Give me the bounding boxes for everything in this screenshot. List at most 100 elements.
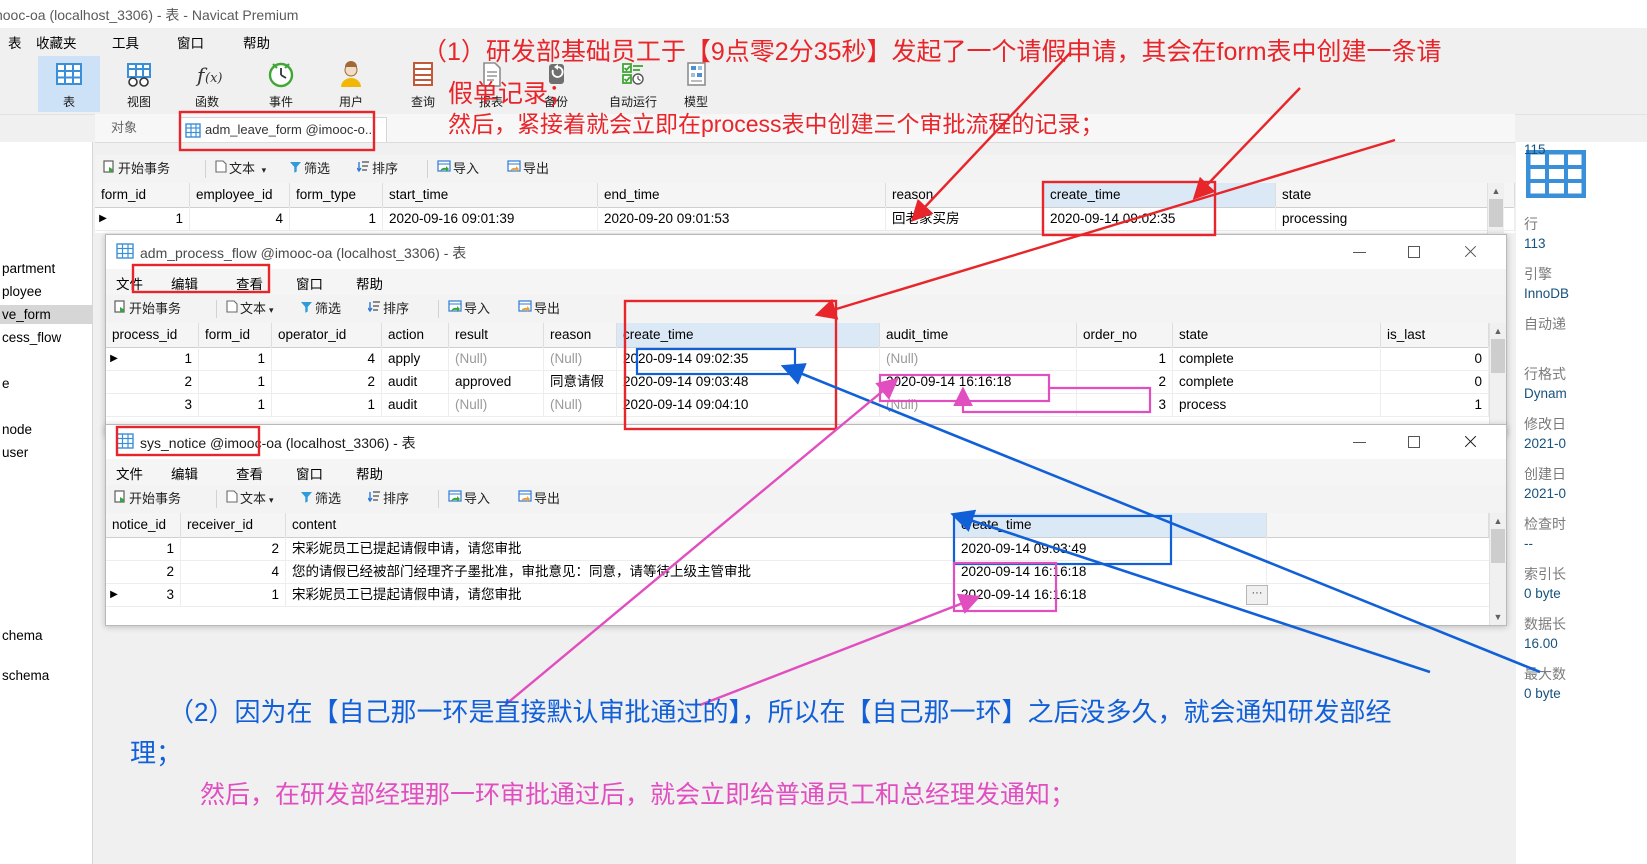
col-audit-time[interactable]: audit_time	[880, 323, 1077, 347]
begin-transaction-button[interactable]: 开始事务	[114, 489, 181, 509]
menu-file[interactable]: 文件	[116, 463, 143, 483]
cell-create-time[interactable]: 2020-09-14 16:16:18	[955, 583, 1267, 606]
sidebar-item-leave-form[interactable]: ve_form	[0, 305, 92, 324]
table-row[interactable]: 2 1 2 audit approved 同意请假 2020-09-14 09:…	[106, 370, 1489, 394]
sort-button[interactable]: 排序	[367, 299, 409, 319]
cell-end-time[interactable]: 2020-09-20 09:01:53	[598, 207, 886, 230]
table-row[interactable]: 3 1 1 audit (Null) (Null) 2020-09-14 09:…	[106, 393, 1489, 417]
menu-tools[interactable]: 工具	[112, 32, 139, 52]
cell-operator-id[interactable]: 4	[272, 347, 382, 370]
col-employee-id[interactable]: employee_id	[190, 183, 290, 207]
menu-help[interactable]: 帮助	[356, 273, 383, 293]
scrollbar-thumb[interactable]	[1489, 199, 1503, 227]
col-order-no[interactable]: order_no	[1077, 323, 1173, 347]
menu-file[interactable]: 文件	[116, 273, 143, 293]
cell-create-time[interactable]: 2020-09-14 16:16:18	[955, 560, 1267, 583]
col-receiver-id[interactable]: receiver_id	[181, 513, 286, 537]
sys-notice-titlebar[interactable]: sys_notice @imooc-oa (localhost_3306) - …	[106, 425, 1506, 459]
cell-operator-id[interactable]: 1	[272, 393, 382, 416]
text-button[interactable]: 文本 ▾	[226, 489, 274, 509]
cell-audit-time[interactable]: (Null)	[880, 347, 1077, 370]
cell-state[interactable]: processing	[1276, 207, 1515, 230]
col-state[interactable]: state	[1173, 323, 1381, 347]
cell-process-id[interactable]: 1	[106, 347, 199, 370]
menu-window[interactable]: 窗口	[296, 273, 323, 293]
cell-audit-time[interactable]: (Null)	[880, 393, 1077, 416]
ribbon-function[interactable]: f (x) 函数	[176, 56, 238, 112]
scroll-down-icon[interactable]: ▼	[1490, 609, 1506, 625]
menu-help[interactable]: 帮助	[243, 32, 270, 52]
col-form-id[interactable]: form_id	[199, 323, 272, 347]
cell-result[interactable]: approved	[449, 370, 544, 393]
col-form-id[interactable]: form_id	[95, 183, 190, 207]
cell-content[interactable]: 宋彩妮员工已提起请假申请，请您审批	[286, 537, 955, 560]
sidebar-item-node[interactable]: node	[0, 420, 92, 439]
cell-form-id[interactable]: 1	[199, 347, 272, 370]
cell-create-time[interactable]: 2020-09-14 09:04:10	[617, 393, 880, 416]
cell-state[interactable]: complete	[1173, 347, 1381, 370]
cell-order-no[interactable]: 1	[1077, 347, 1173, 370]
col-end-time[interactable]: end_time	[598, 183, 886, 207]
cell-result[interactable]: (Null)	[449, 347, 544, 370]
cell-action[interactable]: audit	[382, 393, 449, 416]
sys-notice-grid[interactable]: notice_id receiver_id content create_tim…	[106, 513, 1489, 608]
cell-create-time[interactable]: 2020-09-14 09:02:35	[617, 347, 880, 370]
cell-ellipsis-button[interactable]: ···	[1246, 585, 1268, 605]
process-flow-titlebar[interactable]: adm_process_flow @imooc-oa (localhost_33…	[106, 235, 1506, 269]
cell-form-id[interactable]: 1	[199, 370, 272, 393]
sort-button[interactable]: 排序	[367, 489, 409, 509]
cell-action[interactable]: apply	[382, 347, 449, 370]
leave-form-grid[interactable]: form_id employee_id form_type start_time…	[95, 183, 1515, 233]
col-result[interactable]: result	[449, 323, 544, 347]
chevron-down-icon[interactable]: ▾	[262, 165, 267, 175]
begin-transaction-button[interactable]: 开始事务	[114, 299, 181, 319]
sidebar-tree[interactable]: partment ployee ve_form cess_flow e node…	[0, 142, 93, 864]
cell-process-id[interactable]: 2	[106, 370, 199, 393]
cell-audit-time[interactable]: 2020-09-14 16:16:18	[880, 370, 1077, 393]
ribbon-event[interactable]: 事件	[250, 56, 312, 112]
sidebar-item-employee[interactable]: ployee	[0, 282, 92, 301]
col-create-time[interactable]: create_time	[617, 323, 880, 347]
cell-action[interactable]: audit	[382, 370, 449, 393]
menu-help[interactable]: 帮助	[356, 463, 383, 483]
menu-view[interactable]: 查看	[236, 273, 263, 293]
import-button[interactable]: 导入	[448, 299, 490, 319]
cell-operator-id[interactable]: 2	[272, 370, 382, 393]
filter-button[interactable]: 筛选	[300, 489, 341, 509]
ribbon-table[interactable]: 表	[38, 56, 100, 112]
table-row[interactable]: ▶ 1 4 1 2020-09-16 09:01:39 2020-09-20 0…	[95, 207, 1515, 231]
cell-content[interactable]: 您的请假已经被部门经理齐子墨批准，审批意见：同意，请等待上级主管审批	[286, 560, 955, 583]
col-is-last[interactable]: is_last	[1381, 323, 1489, 347]
close-button[interactable]	[1447, 235, 1493, 267]
cell-state[interactable]: complete	[1173, 370, 1381, 393]
sidebar-item-s-schema[interactable]: schema	[0, 666, 92, 685]
cell-order-no[interactable]: 2	[1077, 370, 1173, 393]
cell-notice-id[interactable]: 1	[106, 537, 181, 560]
cell-employee-id[interactable]: 4	[190, 207, 290, 230]
sidebar-item-user[interactable]: user	[0, 443, 92, 462]
col-notice-id[interactable]: notice_id	[106, 513, 181, 537]
scrollbar-thumb[interactable]	[1491, 529, 1505, 563]
cell-notice-id[interactable]: 3	[106, 583, 181, 606]
cell-notice-id[interactable]: 2	[106, 560, 181, 583]
table-row[interactable]: 2 4 您的请假已经被部门经理齐子墨批准，审批意见：同意，请等待上级主管审批 2…	[106, 560, 1489, 584]
cell-create-time[interactable]: 2020-09-14 09:03:49	[955, 537, 1267, 560]
export-button[interactable]: 导出	[518, 489, 560, 509]
chevron-down-icon[interactable]: ▾	[269, 495, 274, 505]
col-state[interactable]: state	[1276, 183, 1515, 207]
col-content[interactable]: content	[286, 513, 955, 537]
cell-reason[interactable]: (Null)	[544, 347, 617, 370]
menu-edit[interactable]: 编辑	[171, 273, 198, 293]
cell-form-id[interactable]: 1	[95, 207, 190, 230]
chevron-down-icon[interactable]: ▾	[269, 305, 274, 315]
cell-result[interactable]: (Null)	[449, 393, 544, 416]
sidebar-item-department[interactable]: partment	[0, 259, 92, 278]
menu-view[interactable]: 查看	[236, 463, 263, 483]
menu-window[interactable]: 窗口	[177, 32, 204, 52]
cell-reason[interactable]: (Null)	[544, 393, 617, 416]
scrollbar-thumb[interactable]	[1491, 339, 1505, 373]
cell-receiver-id[interactable]: 1	[181, 583, 286, 606]
col-form-type[interactable]: form_type	[290, 183, 383, 207]
minimize-button[interactable]	[1337, 235, 1383, 267]
cell-create-time[interactable]: 2020-09-14 09:03:48	[617, 370, 880, 393]
